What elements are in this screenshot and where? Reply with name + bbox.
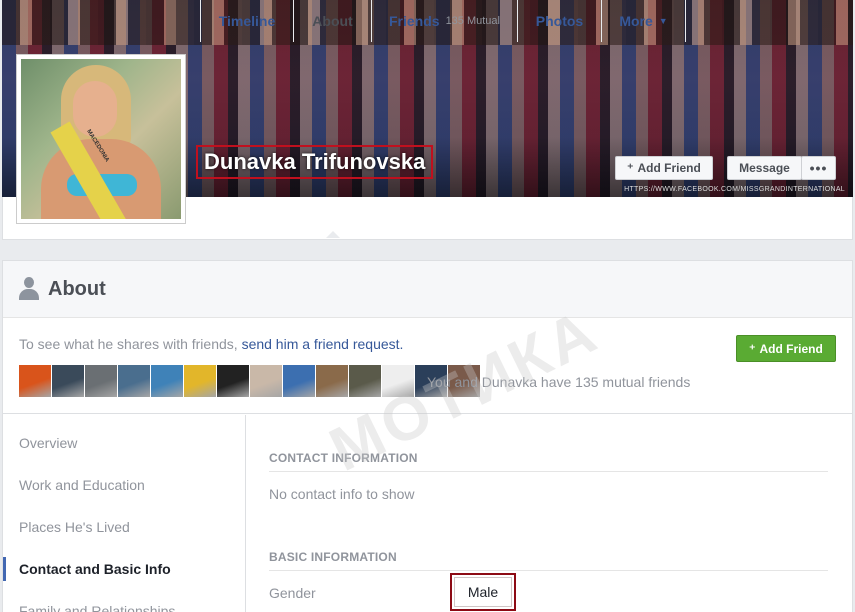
- mutual-friends-thumbnails: [19, 365, 480, 397]
- contact-divider: [269, 471, 828, 472]
- sidebar-item-family-relationships[interactable]: Family and Relationships: [19, 603, 175, 612]
- profile-photo: MACEDONIA: [21, 59, 181, 219]
- mutual-friend-avatar[interactable]: [349, 365, 381, 397]
- gender-highlight: Male: [450, 573, 516, 611]
- profile-picture[interactable]: MACEDONIA: [16, 54, 186, 224]
- about-title: About: [48, 278, 106, 300]
- tab-timeline-label: Timeline: [218, 13, 276, 29]
- tab-timeline[interactable]: Timeline: [200, 0, 293, 42]
- sidebar-active-indicator: [3, 557, 6, 581]
- mutual-friend-avatar[interactable]: [85, 365, 117, 397]
- basic-info-header: BASIC INFORMATION: [269, 550, 397, 564]
- friend-prompt-text: To see what he shares with friends,: [19, 336, 242, 352]
- tab-about[interactable]: About: [293, 0, 371, 42]
- add-friend-button[interactable]: ⁺ Add Friend: [615, 156, 713, 180]
- chevron-down-icon: ▼: [658, 16, 668, 26]
- mutual-friend-avatar[interactable]: [250, 365, 282, 397]
- cover-credit: HTTPS://WWW.FACEBOOK.COM/MISSGRANDINTERN…: [624, 186, 845, 193]
- add-friend-label: Add Friend: [637, 161, 701, 175]
- tab-friends[interactable]: Friends 135 Mutual: [371, 0, 517, 42]
- contact-info-header: CONTACT INFORMATION: [269, 451, 418, 465]
- photo-face: [73, 81, 117, 137]
- about-sidebar: Overview Work and Education Places He's …: [3, 415, 246, 612]
- tab-friends-count: 135 Mutual: [445, 15, 500, 27]
- add-friend-green-label: Add Friend: [759, 341, 823, 356]
- gender-label: Gender: [269, 585, 316, 601]
- mutual-friend-avatar[interactable]: [19, 365, 51, 397]
- sidebar-item-places-lived[interactable]: Places He's Lived: [19, 519, 130, 535]
- add-friend-icon: ⁺: [627, 161, 634, 175]
- gender-value: Male: [454, 577, 512, 607]
- about-header: About: [3, 261, 852, 318]
- mutual-friends-text[interactable]: You and Dunavka have 135 mutual friends: [427, 374, 690, 390]
- tab-more[interactable]: More ▼: [601, 0, 686, 42]
- tab-photos[interactable]: Photos: [517, 0, 601, 42]
- mutual-friend-avatar[interactable]: [151, 365, 183, 397]
- message-button[interactable]: Message: [727, 156, 802, 180]
- message-label: Message: [739, 161, 790, 175]
- mutual-friend-avatar[interactable]: [184, 365, 216, 397]
- tab-about-label: About: [312, 13, 353, 29]
- mutual-friend-avatar[interactable]: [118, 365, 150, 397]
- basic-divider: [269, 570, 828, 571]
- sidebar-item-overview[interactable]: Overview: [19, 435, 77, 451]
- add-friend-button-green[interactable]: ⁺ Add Friend: [736, 335, 836, 362]
- profile-name[interactable]: Dunavka Trifunovska: [204, 149, 425, 175]
- about-card: About To see what he shares with friends…: [2, 260, 853, 612]
- sidebar-item-contact-basic[interactable]: Contact and Basic Info: [19, 561, 171, 577]
- send-friend-request-link[interactable]: send him a friend request.: [242, 336, 404, 352]
- tab-photos-label: Photos: [535, 13, 584, 29]
- profile-name-highlight: Dunavka Trifunovska: [196, 145, 434, 179]
- mutual-friend-avatar[interactable]: [316, 365, 348, 397]
- mutual-friend-avatar[interactable]: [217, 365, 249, 397]
- person-icon: [18, 277, 40, 301]
- mutual-friend-avatar[interactable]: [382, 365, 414, 397]
- tab-friends-label: Friends: [388, 13, 440, 29]
- add-friend-icon: ⁺: [749, 341, 756, 356]
- sidebar-item-work-education[interactable]: Work and Education: [19, 477, 145, 493]
- more-options-button[interactable]: •••: [801, 156, 836, 180]
- tab-more-label: More: [619, 13, 653, 29]
- active-tab-indicator: [326, 231, 340, 238]
- mutual-friend-avatar[interactable]: [52, 365, 84, 397]
- mutual-friend-avatar[interactable]: [283, 365, 315, 397]
- more-dots-icon: •••: [809, 160, 828, 176]
- page: HTTPS://WWW.FACEBOOK.COM/MISSGRANDINTERN…: [0, 0, 855, 612]
- friend-request-strip: To see what he shares with friends, send…: [3, 318, 852, 414]
- friend-prompt: To see what he shares with friends, send…: [19, 336, 403, 352]
- contact-empty-text: No contact info to show: [269, 486, 415, 502]
